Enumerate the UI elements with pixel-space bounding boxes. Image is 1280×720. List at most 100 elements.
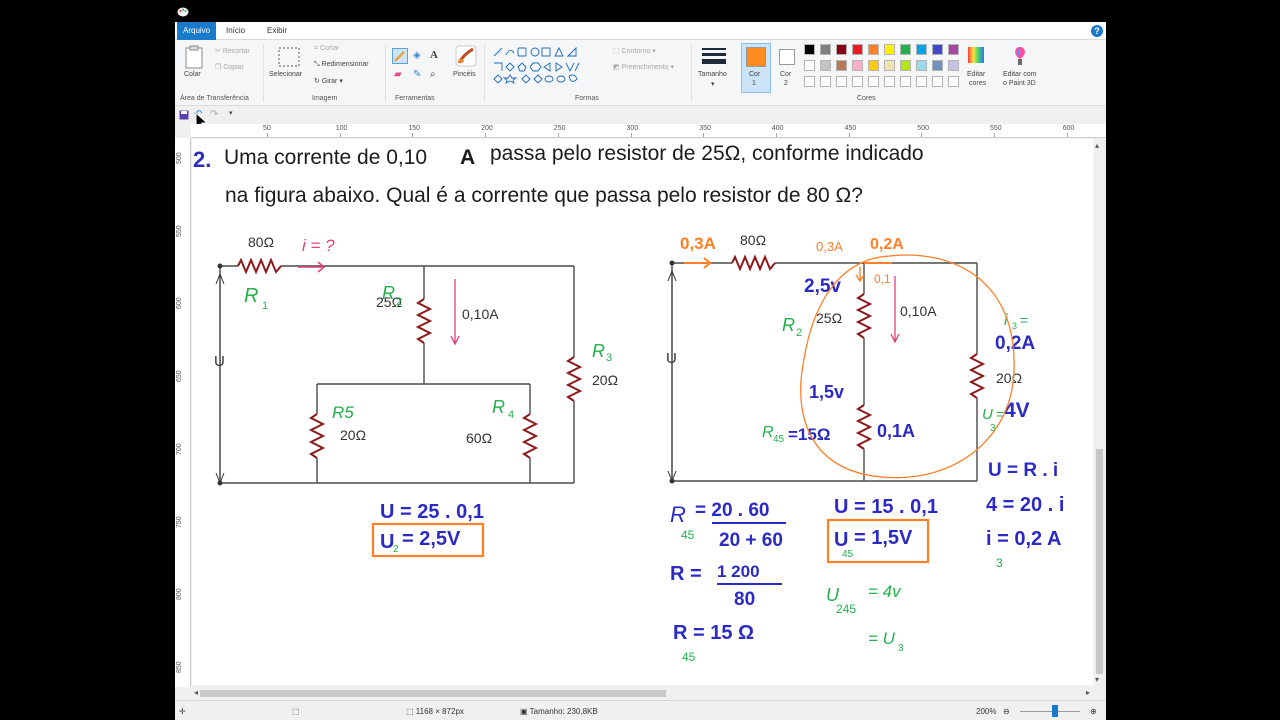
question-line1-unit: A: [460, 146, 475, 169]
crop-button[interactable]: ⌗ Cortar: [314, 45, 339, 53]
palette-swatch[interactable]: [852, 44, 863, 55]
text-tool-icon[interactable]: A: [430, 49, 438, 61]
palette-swatch[interactable]: [820, 44, 831, 55]
palette-swatch[interactable]: [900, 60, 911, 71]
fill-dropdown[interactable]: ◩ Preenchimento ▾: [613, 63, 674, 71]
color2-swatch[interactable]: [779, 49, 795, 65]
palette-swatch[interactable]: [948, 44, 959, 55]
scroll-left-icon[interactable]: ◂: [194, 688, 198, 697]
left-r2-label: R: [382, 283, 395, 303]
tab-exibir[interactable]: Exibir: [261, 22, 293, 40]
ruler-tick: [775, 133, 777, 137]
vertical-scroll-thumb[interactable]: [1096, 449, 1103, 674]
paste-button[interactable]: Colar: [184, 71, 201, 78]
drawing-canvas[interactable]: 2. Uma corrente de 0,10 A passa pelo res…: [192, 139, 1096, 685]
tab-inicio[interactable]: Início: [220, 22, 251, 40]
scroll-right-icon[interactable]: ▸: [1086, 688, 1090, 697]
zoom-in-button[interactable]: ⊕: [1090, 707, 1097, 716]
size-icon[interactable]: [702, 46, 726, 66]
palette-swatch[interactable]: [836, 60, 847, 71]
fill-icon[interactable]: ◈: [413, 50, 421, 61]
eraser-icon[interactable]: ▰: [394, 69, 402, 80]
ruler-label: 600: [1062, 125, 1075, 132]
palette-swatch[interactable]: [868, 44, 879, 55]
ribbon: Colar ✂ Recortar ❐ Copiar Área de Transf…: [175, 40, 1106, 106]
calc-u15-result: U: [834, 529, 848, 551]
palette-empty-swatch[interactable]: [804, 76, 815, 87]
zoom-slider-thumb[interactable]: [1052, 705, 1058, 717]
paint3d-button[interactable]: Editar com: [1003, 71, 1036, 78]
palette-empty-swatch[interactable]: [932, 76, 943, 87]
right-branch-current-a: 0,3A: [816, 239, 843, 254]
palette-swatch[interactable]: [852, 60, 863, 71]
palette-empty-swatch[interactable]: [868, 76, 879, 87]
palette-empty-swatch[interactable]: [884, 76, 895, 87]
color2-label[interactable]: Cor: [780, 71, 791, 78]
palette-swatch[interactable]: [804, 44, 815, 55]
brushes-button[interactable]: Pincéis: [453, 71, 476, 78]
left-r5-value: 20Ω: [340, 427, 366, 443]
palette-swatch[interactable]: [932, 60, 943, 71]
select-button[interactable]: Selecionar: [269, 71, 302, 78]
paint3d-icon[interactable]: [1011, 46, 1029, 66]
horizontal-scrollbar[interactable]: ◂ ▸: [192, 687, 1106, 700]
palette-swatch[interactable]: [884, 44, 895, 55]
palette-swatch[interactable]: [948, 60, 959, 71]
zoom-slider-track[interactable]: [1020, 711, 1080, 712]
pencil-icon[interactable]: [392, 48, 408, 64]
resize-button[interactable]: ⤡ Redimensionar: [314, 61, 369, 69]
ribbon-separator: [263, 44, 264, 102]
brush-icon[interactable]: [455, 45, 477, 67]
cut-button[interactable]: ✂ Recortar: [215, 47, 250, 55]
vertical-scrollbar[interactable]: ▴ ▾: [1093, 139, 1106, 687]
palette-swatch[interactable]: [916, 44, 927, 55]
left-r3-sub: 3: [606, 352, 612, 364]
palette-swatch[interactable]: [836, 44, 847, 55]
palette-empty-swatch[interactable]: [900, 76, 911, 87]
customize-qat-icon[interactable]: ▾: [229, 109, 233, 117]
magnifier-icon[interactable]: ⌕: [430, 69, 436, 80]
zoom-level: 200%: [976, 707, 997, 716]
paste-icon[interactable]: [185, 45, 203, 69]
right-branch-current-b: 0,2A: [870, 236, 904, 253]
palette-swatch[interactable]: [932, 44, 943, 55]
calc-r-eq3: R = 15 Ω: [673, 622, 754, 644]
scroll-up-icon[interactable]: ▴: [1095, 141, 1099, 150]
scroll-down-icon[interactable]: ▾: [1095, 675, 1099, 684]
palette-empty-swatch[interactable]: [852, 76, 863, 87]
size-button[interactable]: Tamanho: [698, 71, 727, 78]
palette-empty-swatch[interactable]: [836, 76, 847, 87]
redo-icon[interactable]: ↷: [210, 109, 218, 120]
color-picker-icon[interactable]: ✎: [413, 69, 421, 80]
palette-swatch[interactable]: [804, 60, 815, 71]
calc-u-result-sub: 2: [393, 544, 399, 555]
palette-swatch[interactable]: [820, 60, 831, 71]
color1-selector[interactable]: Cor 1: [741, 43, 771, 93]
size-dropdown-arrow[interactable]: ▾: [711, 80, 715, 88]
palette-empty-swatch[interactable]: [820, 76, 831, 87]
tab-arquivo[interactable]: Arquivo: [177, 22, 217, 40]
palette-swatch[interactable]: [916, 60, 927, 71]
ruler-label: 650: [176, 370, 183, 383]
help-button[interactable]: ?: [1091, 25, 1103, 37]
shapes-gallery[interactable]: [491, 45, 597, 87]
horizontal-scroll-thumb[interactable]: [200, 690, 666, 697]
palette-empty-swatch[interactable]: [948, 76, 959, 87]
edit-colors-label-2: cores: [969, 80, 987, 87]
save-icon[interactable]: [179, 110, 189, 120]
palette-swatch[interactable]: [884, 60, 895, 71]
edit-colors-label[interactable]: Editar: [967, 71, 985, 78]
rotate-button[interactable]: ↻ Girar ▾: [314, 77, 343, 85]
file-size: ▣ Tamanho: 230,8KB: [520, 707, 598, 716]
color2-index: 2: [784, 80, 788, 87]
palette-swatch[interactable]: [868, 60, 879, 71]
copy-button[interactable]: ❐ Copiar: [215, 63, 244, 71]
zoom-out-button[interactable]: ⊖: [1003, 707, 1010, 716]
palette-empty-swatch[interactable]: [916, 76, 927, 87]
ruler-tick: [339, 133, 341, 137]
edit-colors-icon[interactable]: [967, 46, 985, 64]
select-icon[interactable]: [278, 47, 300, 67]
unknown-current-arrow: [298, 261, 326, 273]
outline-dropdown[interactable]: ⬚ Contorno ▾: [613, 47, 656, 55]
palette-swatch[interactable]: [900, 44, 911, 55]
